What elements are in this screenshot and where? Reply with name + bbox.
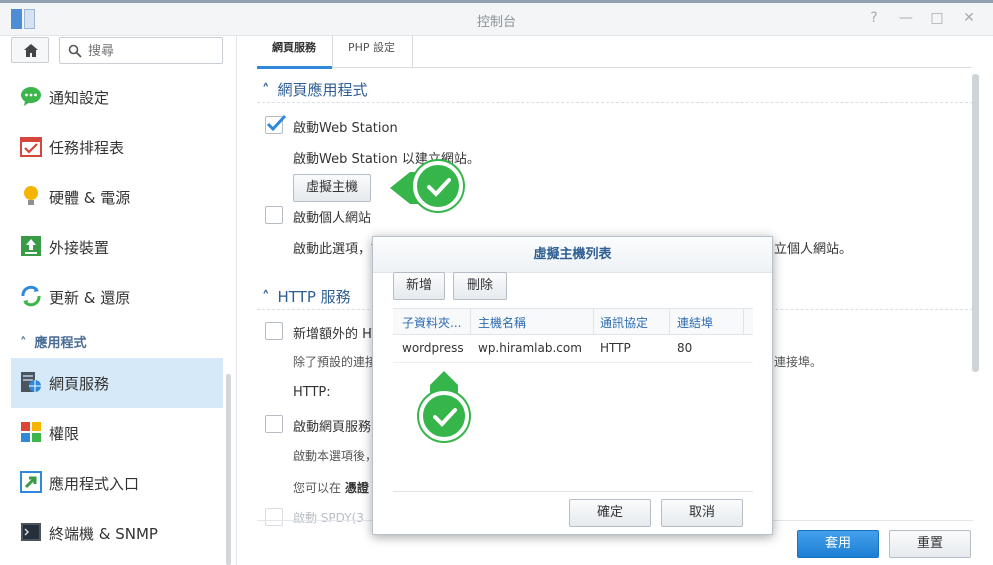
column-header-port[interactable]: 連結埠 <box>677 314 713 331</box>
divider <box>393 491 753 492</box>
column-separator[interactable] <box>669 309 670 334</box>
dialog-title: 虛擬主機列表 <box>373 237 772 273</box>
sidebar-item-application-portal[interactable]: 應用程式入口 <box>11 458 223 508</box>
reset-button[interactable]: 重置 <box>889 530 971 558</box>
sidebar-item-terminal-snmp[interactable]: 終端機 & SNMP <box>11 508 223 558</box>
sidebar-scrollbar[interactable] <box>226 374 231 565</box>
extra-port-checkbox[interactable] <box>265 322 283 340</box>
update-restore-icon <box>21 285 41 307</box>
extra-port-label: 新增額外的 HT <box>293 327 380 342</box>
success-checkmark-icon <box>419 391 469 441</box>
personal-website-hint: 啟動此選項，讀 <box>293 242 385 257</box>
add-button[interactable]: 新增 <box>393 272 445 300</box>
ok-button[interactable]: 確定 <box>569 499 651 527</box>
spdy-row-label: 啟動 SPDY(3 <box>293 511 364 525</box>
http-port-label: HTTP: <box>293 385 331 400</box>
window-title: 控制台 <box>476 15 516 30</box>
enable-personal-website-label: 啟動個人網站 <box>293 211 372 226</box>
home-icon <box>24 44 38 57</box>
enable-web-station-checkbox[interactable] <box>265 114 287 134</box>
sidebar-item-web-services[interactable]: 網頁服務 <box>11 358 223 408</box>
external-device-icon <box>21 236 41 256</box>
sidebar-item-label: 更新 & 還原 <box>49 289 131 307</box>
cell-protocol: HTTP <box>600 341 631 355</box>
table-header: 子資料夾... 主機名稱 通訊協定 連結埠 <box>393 308 753 335</box>
certificate-hint: 您可以在 憑證 <box>293 481 369 495</box>
sidebar-item-label: 應用程式入口 <box>49 475 140 493</box>
sidebar-category-applications[interactable]: ˄ 應用程式 <box>20 332 87 351</box>
column-separator[interactable] <box>743 309 744 334</box>
task-scheduler-icon <box>20 137 42 157</box>
column-header-hostname[interactable]: 主機名稱 <box>478 314 526 331</box>
table-row[interactable]: wordpress wp.hiramlab.com HTTP 80 <box>393 335 753 363</box>
sidebar-item-notification[interactable]: 通知設定 <box>11 72 223 122</box>
hardware-power-icon <box>24 186 38 205</box>
enable-web-station-label: 啟動Web Station <box>293 121 398 136</box>
section-http-service[interactable]: ˄ HTTP 服務 <box>262 286 351 307</box>
sidebar-item-external-device[interactable]: 外接裝置 <box>11 222 223 272</box>
section-web-applications[interactable]: ˄ 網頁應用程式 <box>262 79 368 100</box>
cancel-button[interactable]: 取消 <box>661 499 743 527</box>
chevron-up-icon: ˄ <box>20 336 27 351</box>
enable-service-checkbox[interactable] <box>265 415 283 433</box>
application-portal-icon <box>20 471 42 493</box>
sidebar-item-label: 硬體 & 電源 <box>49 189 131 207</box>
home-button[interactable] <box>11 37 49 63</box>
virtual-host-button[interactable]: 虛擬主機 <box>293 174 371 202</box>
terminal-snmp-icon <box>21 523 41 541</box>
sidebar-item-label: 通知設定 <box>49 89 110 107</box>
sidebar-item-label: 權限 <box>49 425 80 443</box>
delete-button[interactable]: 刪除 <box>453 272 507 300</box>
cell-subfolder: wordpress <box>402 341 464 355</box>
sidebar-item-label: 外接裝置 <box>49 239 110 257</box>
extra-port-hint: 除了預設的連接 <box>293 355 378 369</box>
privileges-icon <box>21 422 41 442</box>
web-services-icon <box>21 372 41 392</box>
sidebar-item-hardware-power[interactable]: 硬體 & 電源 <box>11 172 223 222</box>
column-header-subfolder[interactable]: 子資料夾... <box>402 314 461 331</box>
personal-website-hint-end: 立個人網站。 <box>774 242 853 257</box>
window-titlebar: 控制台 ? — □ ✕ <box>0 0 993 36</box>
maximize-icon[interactable]: □ <box>929 10 945 26</box>
apply-button[interactable]: 套用 <box>797 530 879 558</box>
sidebar-item-update-restore[interactable]: 更新 & 還原 <box>11 272 223 322</box>
web-station-hint: 啟動Web Station 以建立網站。 <box>293 152 480 167</box>
tab-web-services[interactable]: 網頁服務 <box>257 36 333 69</box>
sidebar-item-label: 終端機 & SNMP <box>49 525 158 543</box>
certificate-link[interactable]: 憑證 <box>345 481 369 495</box>
minimize-icon[interactable]: — <box>898 10 914 26</box>
success-checkmark-icon <box>413 161 463 211</box>
search-icon <box>68 44 82 58</box>
notification-icon <box>21 87 41 106</box>
cell-hostname: wp.hiramlab.com <box>478 341 582 355</box>
tab-bar: 網頁服務 PHP 設定 <box>257 36 971 69</box>
sidebar-item-label: 網頁服務 <box>49 375 110 393</box>
column-separator[interactable] <box>470 309 471 334</box>
extra-port-hint-end: 連接埠。 <box>774 355 823 369</box>
column-separator[interactable] <box>593 309 594 334</box>
tab-php-settings[interactable]: PHP 設定 <box>333 36 413 68</box>
sidebar-item-task-scheduler[interactable]: 任務排程表 <box>11 122 223 172</box>
column-header-protocol[interactable]: 通訊協定 <box>600 314 648 331</box>
enable-service-hint: 啟動本選項後， <box>293 449 378 463</box>
search-box[interactable] <box>59 37 223 64</box>
sidebar-item-label: 任務排程表 <box>49 139 125 157</box>
sidebar: 通知設定 任務排程表 硬體 & 電源 外接裝置 更新 & 還原 ˄應用程式 網頁… <box>0 36 236 565</box>
search-input[interactable] <box>88 42 216 60</box>
checkmark-icon <box>266 114 287 132</box>
cell-port: 80 <box>677 341 693 355</box>
divider <box>257 102 973 103</box>
help-icon[interactable]: ? <box>866 10 882 26</box>
sidebar-item-privileges[interactable]: 權限 <box>11 408 223 458</box>
enable-personal-website-checkbox[interactable] <box>265 206 283 224</box>
close-icon[interactable]: ✕ <box>961 10 977 26</box>
chevron-up-icon: ˄ <box>262 81 270 99</box>
enable-service-label: 啟動網頁服務的 <box>293 420 385 435</box>
spdy-checkbox[interactable] <box>265 508 283 526</box>
main-scrollbar[interactable] <box>972 74 979 372</box>
chevron-up-icon: ˄ <box>262 288 270 306</box>
